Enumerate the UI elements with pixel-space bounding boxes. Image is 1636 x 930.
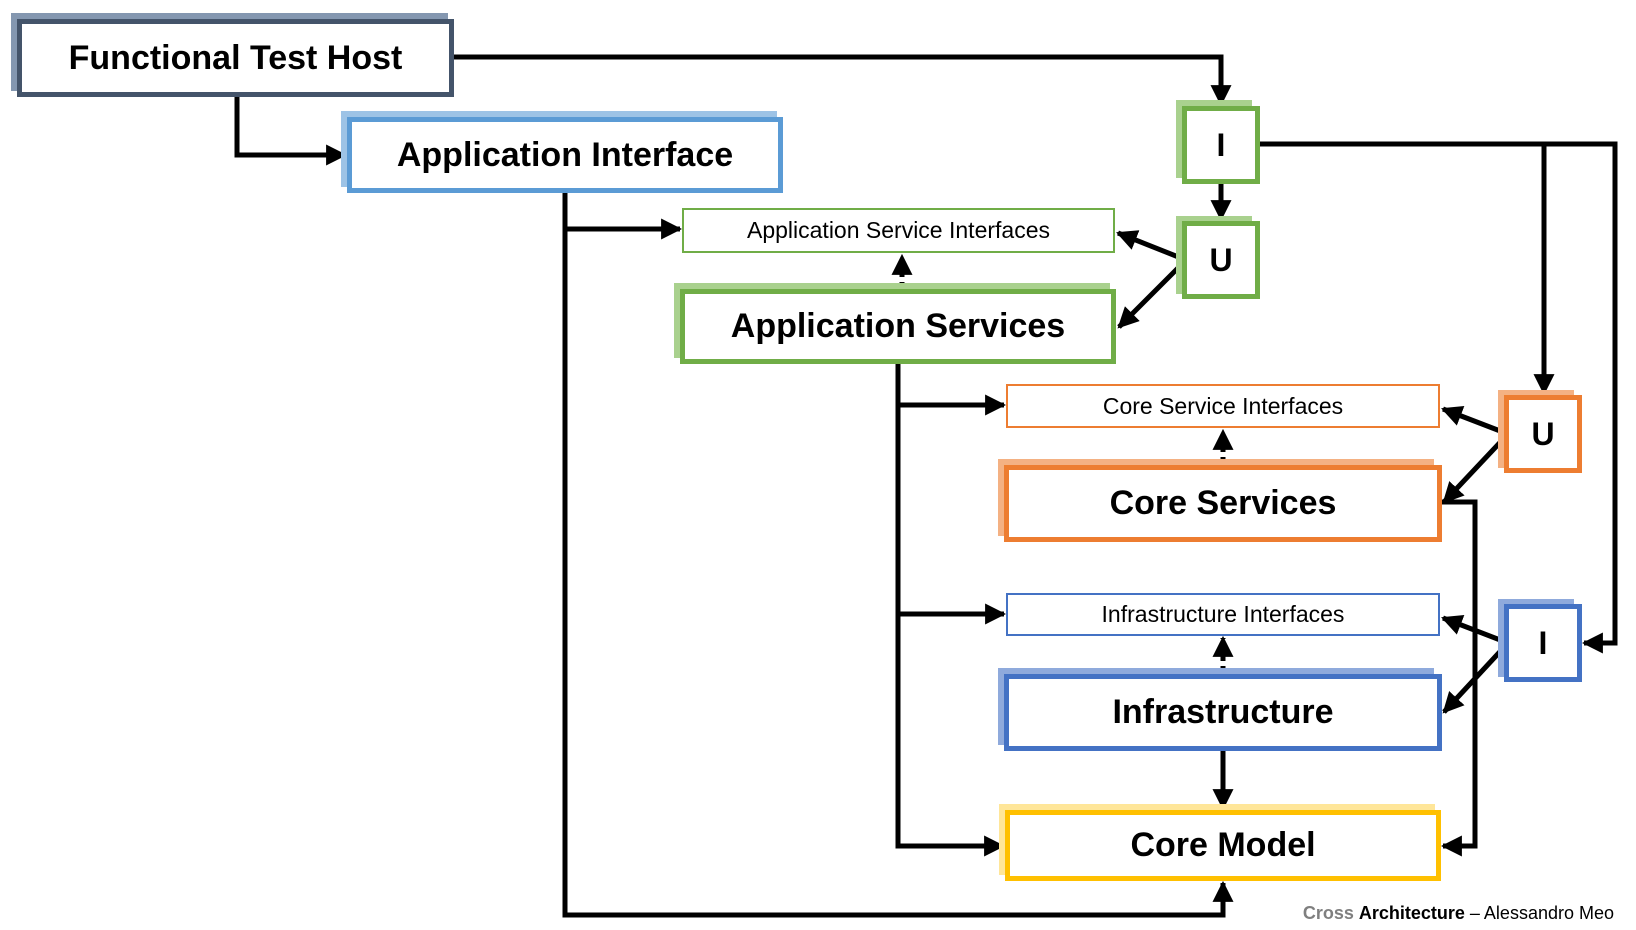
app-u-box[interactable]: U — [1182, 221, 1260, 299]
infrastructure-interfaces-label: Infrastructure Interfaces — [1101, 601, 1345, 627]
core-service-interfaces-box[interactable]: Core Service Interfaces — [1006, 384, 1440, 428]
credit-architecture: Architecture — [1358, 903, 1465, 923]
edge-app-services-to-core-model — [895, 614, 1006, 857]
core-model-label: Core Model — [1130, 826, 1316, 864]
edge-app-interface-to-asi — [562, 193, 683, 240]
core-u-label: U — [1531, 415, 1555, 452]
infra-i-box[interactable]: I — [1504, 604, 1582, 682]
infrastructure-label: Infrastructure — [1112, 693, 1334, 731]
edge-app-services-to-csi — [895, 364, 1007, 416]
app-i-label: I — [1216, 126, 1226, 163]
edge-core-services-to-core-model — [1440, 499, 1478, 857]
core-services-box[interactable]: Core Services — [1004, 465, 1442, 542]
infrastructure-interfaces-box[interactable]: Infrastructure Interfaces — [1006, 593, 1440, 636]
edge-host-to-app-interface — [234, 97, 348, 166]
functional-test-host-label: Functional Test Host — [68, 38, 403, 77]
infra-i-label: I — [1538, 624, 1548, 661]
credit-cross: Cross — [1302, 903, 1354, 923]
app-u-label: U — [1209, 241, 1233, 278]
app-i-box[interactable]: I — [1182, 106, 1260, 184]
application-interface-label: Application Interface — [396, 135, 734, 174]
application-services-label: Application Services — [730, 307, 1066, 345]
core-service-interfaces-label: Core Service Interfaces — [1102, 392, 1344, 419]
application-services-box[interactable]: Application Services — [680, 289, 1116, 364]
application-service-interfaces-label: Application Service Interfaces — [747, 217, 1050, 243]
application-interface-box[interactable]: Application Interface — [347, 117, 783, 193]
edge-host-to-app-i — [454, 54, 1232, 107]
credit-author: – Alessandro Meo — [1464, 903, 1614, 923]
core-u-box[interactable]: U — [1504, 395, 1582, 473]
core-model-box[interactable]: Core Model — [1005, 810, 1441, 881]
application-service-interfaces-box[interactable]: Application Service Interfaces — [682, 208, 1115, 253]
credit-text: Cross Architecture – Alessandro Meo — [1303, 903, 1614, 924]
edge-app-i-to-core-u — [1260, 141, 1555, 396]
edge-app-services-to-ii — [895, 405, 1007, 625]
core-services-label: Core Services — [1109, 484, 1337, 522]
infrastructure-box[interactable]: Infrastructure — [1004, 674, 1442, 751]
functional-test-host-box[interactable]: Functional Test Host — [17, 19, 454, 97]
